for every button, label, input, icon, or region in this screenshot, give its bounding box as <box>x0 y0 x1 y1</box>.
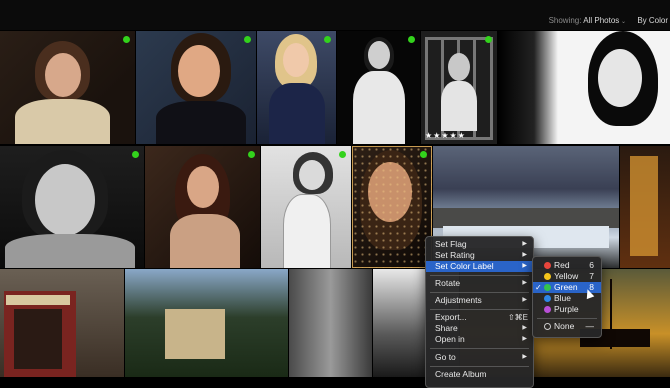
photo-thumbnail[interactable] <box>0 146 144 268</box>
menu-divider <box>430 275 529 276</box>
photo-thumbnail[interactable] <box>0 269 124 377</box>
showing-label: Showing: <box>548 16 582 25</box>
green-label-indicator <box>248 151 255 158</box>
chevron-right-icon: ▶ <box>522 297 527 303</box>
menu-divider <box>430 348 529 349</box>
color-label-yellow[interactable]: Yellow 7 <box>533 271 601 282</box>
photo-thumbnail[interactable] <box>289 269 372 377</box>
photo-thumbnail[interactable] <box>261 146 351 268</box>
purple-dot-icon <box>544 306 551 313</box>
menu-item-create-album[interactable]: Create Album <box>426 369 533 380</box>
green-label-indicator <box>408 36 415 43</box>
chevron-right-icon: ▶ <box>522 241 527 247</box>
photo-thumbnail[interactable] <box>0 31 135 144</box>
green-label-indicator <box>123 36 130 43</box>
chevron-right-icon: ▶ <box>522 280 527 286</box>
menu-item-set-color-label[interactable]: Set Color Label ▶ <box>426 261 533 272</box>
rating-stars: ★★★★★ <box>425 131 466 140</box>
sort-by-dropdown[interactable]: By Color <box>637 16 668 25</box>
green-label-indicator <box>420 151 427 158</box>
photo-thumbnail[interactable] <box>620 146 670 268</box>
photo-thumbnail[interactable] <box>257 31 336 144</box>
menu-divider <box>430 366 529 367</box>
chevron-right-icon: ▶ <box>522 354 527 360</box>
chevron-right-icon: ▶ <box>522 263 527 269</box>
green-label-indicator <box>485 36 492 43</box>
green-dot-icon <box>544 284 551 291</box>
chevron-down-icon: ⌄ <box>619 19 626 25</box>
showing-value[interactable]: All Photos <box>583 16 619 25</box>
photo-thumbnail[interactable] <box>498 31 670 144</box>
menu-item-export[interactable]: Export... ⇧⌘E <box>426 312 533 323</box>
photo-thumbnail[interactable]: ⊶⊷ <box>145 146 260 268</box>
green-label-indicator <box>244 36 251 43</box>
menu-item-adjustments[interactable]: Adjustments ▶ <box>426 295 533 306</box>
menu-item-rotate[interactable]: Rotate ▶ <box>426 278 533 289</box>
export-shortcut: ⇧⌘E <box>507 313 528 322</box>
photo-thumbnail[interactable] <box>125 269 288 377</box>
submenu-divider <box>537 318 597 319</box>
chevron-right-icon: ▶ <box>522 336 527 342</box>
menu-divider <box>430 292 529 293</box>
chevron-right-icon: ▶ <box>522 325 527 331</box>
menu-item-set-flag[interactable]: Set Flag ▶ <box>426 239 533 250</box>
chevron-right-icon: ▶ <box>522 252 527 258</box>
green-label-indicator <box>339 151 346 158</box>
menu-divider <box>430 309 529 310</box>
yellow-dot-icon <box>544 273 551 280</box>
photo-thumbnail[interactable] <box>337 31 420 144</box>
green-label-indicator <box>324 36 331 43</box>
color-label-none[interactable]: None — <box>533 321 601 332</box>
photo-thumbnail[interactable] <box>136 31 256 144</box>
green-label-indicator <box>132 151 139 158</box>
menu-item-set-rating[interactable]: Set Rating ▶ <box>426 250 533 261</box>
top-toolbar: Showing: All Photos ⌄ By Color <box>0 0 670 30</box>
menu-item-share[interactable]: Share ▶ <box>426 323 533 334</box>
context-menu: Set Flag ▶ Set Rating ▶ Set Color Label ▶ R… <box>425 236 534 388</box>
showing-filter[interactable]: Showing: All Photos ⌄ <box>549 16 626 25</box>
menu-item-go-to[interactable]: Go to ▶ <box>426 352 533 363</box>
empty-circle-icon <box>544 323 551 330</box>
color-label-red[interactable]: Red 6 <box>533 260 601 271</box>
photo-thumbnail-selected[interactable] <box>352 146 432 268</box>
photo-thumbnail[interactable]: ★★★★★ <box>421 31 497 144</box>
red-dot-icon <box>544 262 551 269</box>
color-label-purple[interactable]: Purple <box>533 304 601 315</box>
checkmark-icon: ✓ <box>535 283 542 292</box>
menu-item-open-in[interactable]: Open in ▶ <box>426 334 533 345</box>
blue-dot-icon <box>544 295 551 302</box>
